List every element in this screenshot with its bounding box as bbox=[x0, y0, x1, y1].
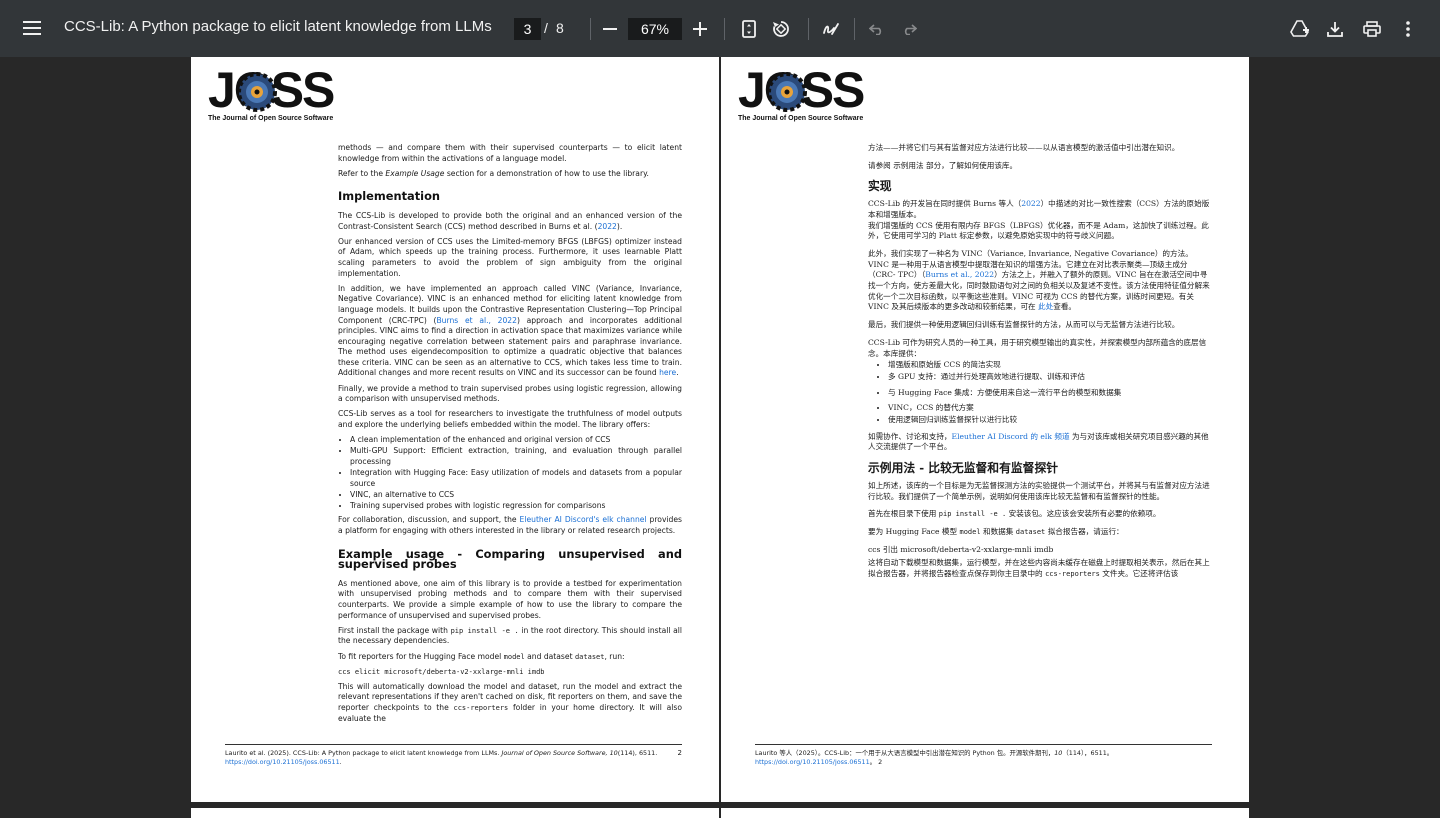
more-options-icon[interactable] bbox=[1392, 13, 1424, 45]
pdf-page-chinese: JOSS The Journal of Open Source Software… bbox=[721, 57, 1249, 802]
section-heading: Example usage - Comparing unsupervised a… bbox=[338, 546, 682, 572]
undo-icon[interactable] bbox=[861, 13, 893, 45]
fit-page-icon[interactable] bbox=[733, 13, 765, 45]
here-link[interactable]: 此处 bbox=[1038, 302, 1053, 311]
logo-subtitle: The Journal of Open Source Software bbox=[738, 115, 864, 122]
toolbar-divider bbox=[808, 18, 809, 40]
annotate-pen-icon[interactable] bbox=[815, 13, 847, 45]
page-number: 2 bbox=[677, 749, 682, 757]
pdf-toolbar: CCS-Lib: A Python package to elicit late… bbox=[0, 0, 1440, 57]
rotate-icon[interactable] bbox=[765, 13, 797, 45]
doi-link[interactable]: https://doi.org/10.21105/joss.06511 bbox=[755, 758, 870, 766]
menu-icon[interactable] bbox=[16, 12, 48, 44]
zoom-out-button[interactable] bbox=[594, 13, 626, 45]
paragraph: 这将自动下载模型和数据集，运行模型，并在这些内容尚未缓存在磁盘上时提取相关表示，… bbox=[868, 558, 1210, 579]
code-command: ccs elicit microsoft/deberta-v2-xxlarge-… bbox=[338, 667, 545, 676]
page-number: 2 bbox=[878, 758, 883, 766]
paragraph: The CCS-Lib is developed to provide both… bbox=[338, 210, 682, 231]
code-command: ccs 引出 microsoft/deberta-v2-xxlarge-mnli… bbox=[868, 544, 1054, 554]
paragraph: To fit reporters for the Hugging Face mo… bbox=[338, 651, 625, 661]
paragraph: 我们增强版的 CCS 使用有限内存 BFGS（LBFGS）优化器，而不是 Ada… bbox=[868, 220, 1209, 241]
doi-link[interactable]: https://doi.org/10.21105/joss.06511 bbox=[225, 758, 340, 766]
feature-list: 增强版和原始版 CCS 的简洁实现 多 GPU 支持：通过并行处理高效地进行提取… bbox=[888, 360, 1212, 426]
zoom-level-input[interactable]: 67% bbox=[628, 18, 682, 40]
redo-icon[interactable] bbox=[893, 13, 925, 45]
paragraph: Our enhanced version of CCS uses the Lim… bbox=[338, 236, 682, 278]
paragraph: methods — and compare them with their su… bbox=[338, 143, 682, 163]
logo-subtitle: The Journal of Open Source Software bbox=[208, 115, 334, 122]
toolbar-divider bbox=[854, 18, 855, 40]
list-item: 与 Hugging Face 集成：方便使用来自这一流行平台的模型和数据集 bbox=[888, 388, 1212, 399]
section-heading: 实现 bbox=[868, 179, 892, 194]
gear-icon bbox=[237, 72, 277, 112]
gear-icon bbox=[767, 72, 807, 112]
list-item: 多 GPU 支持：通过并行处理高效地进行提取、训练和评估 bbox=[888, 372, 1212, 383]
feature-list: A clean implementation of the enhanced a… bbox=[350, 435, 682, 511]
add-to-drive-icon[interactable] bbox=[1284, 13, 1316, 45]
paragraph: This will automatically download the mod… bbox=[338, 681, 682, 723]
citation-link[interactable]: Burns et al., 2022 bbox=[925, 270, 994, 279]
discord-link[interactable]: Eleuther AI Discord 的 elk 频道 bbox=[952, 432, 1070, 441]
list-item: Multi-GPU Support: Efficient extraction,… bbox=[350, 446, 682, 467]
list-item: VINC，CCS 的替代方案 bbox=[888, 403, 1212, 414]
paragraph: 如上所述，该库的一个目标是为无监督探测方法的实验提供一个测试平台，并将其与有监督… bbox=[868, 480, 1210, 501]
citation-link[interactable]: 2022 bbox=[1021, 199, 1040, 208]
paragraph: Finally, we provide a method to train su… bbox=[338, 383, 682, 404]
paragraph: 最后，我们提供一种使用逻辑回归训练有监督探针的方法，从而可以与无监督方法进行比较… bbox=[868, 320, 1180, 330]
section-heading: 示例用法 - 比较无监督和有监督探针 bbox=[868, 461, 1059, 476]
next-page-edge bbox=[721, 808, 1249, 818]
joss-logo: JOSS The Journal of Open Source Software bbox=[738, 65, 878, 122]
next-page-edge bbox=[191, 808, 719, 818]
paragraph: CCS-Lib 的开发旨在同时提供 Burns 等人（2022）中描述的对比一致… bbox=[868, 199, 1210, 219]
page-body: 方法——并将它们与其有监督对应方法进行比较——以从语言模型的激活值中引出潜在知识… bbox=[868, 143, 1212, 587]
paragraph: As mentioned above, one aim of this libr… bbox=[338, 578, 682, 620]
print-icon[interactable] bbox=[1356, 13, 1388, 45]
citation-link[interactable]: Burns et al., 2022 bbox=[436, 316, 516, 325]
document-title: CCS-Lib: A Python package to elicit late… bbox=[64, 18, 492, 35]
paragraph: 此外，我们实现了一种名为 VINC（Variance, Invariance, … bbox=[868, 248, 1210, 312]
page-footer: Laurito 等人（2025）。CCS-Lib：一个用于从大语言模型中引出潜在… bbox=[755, 744, 1212, 767]
joss-logo: JOSS The Journal of Open Source Software bbox=[208, 65, 348, 122]
toolbar-divider bbox=[724, 18, 725, 40]
paragraph: 如需协作、讨论和支持，Eleuther AI Discord 的 elk 频道 … bbox=[868, 431, 1209, 452]
paragraph: 要为 Hugging Face 模型 model 和数据集 dataset 拟合… bbox=[868, 526, 1124, 536]
paragraph: In addition, we have implemented an appr… bbox=[338, 283, 683, 378]
page-body: methods — and compare them with their su… bbox=[338, 143, 682, 729]
paragraph: 请参阅 示例用法 部分，了解如何使用该库。 bbox=[868, 160, 1018, 170]
paragraph: 方法——并将它们与其有监督对应方法进行比较——以从语言模型的激活值中引出潜在知识… bbox=[868, 143, 1180, 152]
page-number-input[interactable]: 3 bbox=[514, 18, 541, 40]
paragraph: 首先在根目录下使用 pip install -e . 安装该包。这应该会安装所有… bbox=[868, 509, 1161, 519]
page-separator: / bbox=[544, 20, 548, 36]
paragraph: First install the package with pip insta… bbox=[338, 625, 683, 646]
list-item: VINC, an alternative to CCS bbox=[350, 490, 682, 501]
discord-link[interactable]: Eleuther AI Discord's elk channel bbox=[520, 515, 647, 524]
list-item: Training supervised probes with logistic… bbox=[350, 501, 682, 512]
paragraph: Refer to the Example Usage section for a… bbox=[338, 168, 649, 178]
download-icon[interactable] bbox=[1319, 13, 1351, 45]
page-total: 8 bbox=[556, 20, 564, 36]
paragraph: CCS-Lib 可作为研究人员的一种工具，用于研究模型输出的真实性，并探索模型内… bbox=[868, 337, 1207, 358]
section-heading: Implementation bbox=[338, 189, 441, 204]
toolbar-divider bbox=[590, 18, 591, 40]
list-item: 增强版和原始版 CCS 的简洁实现 bbox=[888, 360, 1212, 371]
pdf-page-english: JOSS The Journal of Open Source Software… bbox=[191, 57, 719, 802]
page-footer: 2 Laurito et al. (2025). CCS-Lib: A Pyth… bbox=[225, 744, 682, 767]
citation-link[interactable]: 2022 bbox=[598, 222, 617, 231]
paragraph: CCS-Lib serves as a tool for researchers… bbox=[338, 409, 682, 430]
list-item: 使用逻辑回归训练监督探针以进行比较 bbox=[888, 415, 1212, 426]
zoom-in-button[interactable] bbox=[684, 13, 716, 45]
here-link[interactable]: here bbox=[659, 368, 676, 377]
list-item: Integration with Hugging Face: Easy util… bbox=[350, 468, 682, 489]
list-item: A clean implementation of the enhanced a… bbox=[350, 435, 682, 446]
paragraph: For collaboration, discussion, and suppo… bbox=[338, 515, 682, 535]
